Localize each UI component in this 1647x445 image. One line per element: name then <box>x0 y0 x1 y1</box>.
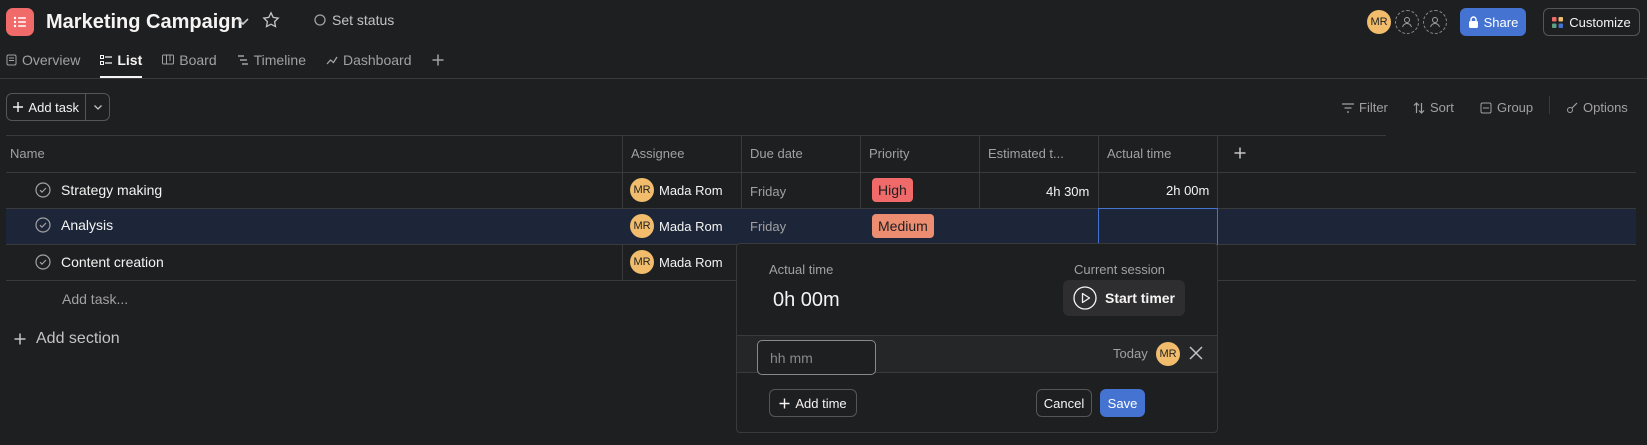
tab-overview[interactable]: Overview <box>6 48 80 72</box>
actual-time[interactable]: 2h 00m <box>1166 183 1209 198</box>
add-time-button[interactable]: Add time <box>769 389 857 417</box>
lock-icon <box>1468 16 1479 28</box>
share-label: Share <box>1483 14 1519 30</box>
customize-label: Customize <box>1569 14 1631 30</box>
row-divider <box>1218 280 1636 281</box>
add-member-icon[interactable] <box>1395 10 1419 34</box>
row-divider <box>6 280 736 281</box>
check-circle-icon[interactable] <box>35 217 51 233</box>
tabs-divider <box>0 78 1647 79</box>
board-icon <box>162 54 175 66</box>
customize-button[interactable]: Customize <box>1543 8 1640 36</box>
cancel-button[interactable]: Cancel <box>1036 389 1092 417</box>
tab-list[interactable]: List <box>100 48 142 78</box>
group-button[interactable]: Group <box>1480 100 1533 115</box>
options-button[interactable]: Options <box>1566 100 1628 115</box>
time-entry-row: hh mm Today MR <box>737 335 1217 375</box>
table-row[interactable]: Content creation MR Mada Rom <box>0 245 736 280</box>
priority-badge[interactable]: Medium <box>872 214 934 238</box>
assignee-cell[interactable]: MR Mada Rom <box>630 178 723 202</box>
assignee-cell[interactable]: MR Mada Rom <box>630 250 723 274</box>
group-icon <box>1480 102 1492 114</box>
project-title[interactable]: Marketing Campaign <box>46 8 243 36</box>
share-button[interactable]: Share <box>1460 8 1526 36</box>
check-circle-icon[interactable] <box>35 182 51 198</box>
chevron-down-icon <box>93 102 103 112</box>
table-row[interactable]: Strategy making MR Mada Rom Friday High … <box>0 173 1636 208</box>
list-icon <box>100 54 113 66</box>
tab-timeline[interactable]: Timeline <box>237 48 306 72</box>
tab-board[interactable]: Board <box>162 48 217 72</box>
toolbar-divider <box>1549 96 1550 114</box>
tab-dashboard[interactable]: Dashboard <box>326 48 412 72</box>
column-header-priority[interactable]: Priority <box>869 146 909 161</box>
set-status-button[interactable]: Set status <box>314 12 394 28</box>
customize-grid-icon <box>1552 16 1564 28</box>
avatar: MR <box>630 250 654 274</box>
save-button[interactable]: Save <box>1100 389 1145 417</box>
entry-date[interactable]: Today <box>1113 346 1148 361</box>
estimated-time[interactable]: 4h 30m <box>1046 184 1089 199</box>
play-icon <box>1073 286 1097 310</box>
star-icon[interactable] <box>262 11 280 29</box>
add-tab-button[interactable] <box>432 48 444 72</box>
plus-icon <box>13 102 24 112</box>
table-top-border <box>6 135 1386 136</box>
actual-time-popover: Actual time 0h 00m Current session Start… <box>736 243 1218 433</box>
project-list-icon[interactable] <box>6 8 34 36</box>
column-header-due-date[interactable]: Due date <box>750 146 803 161</box>
actual-time-label: Actual time <box>769 262 834 277</box>
sort-icon <box>1413 101 1425 114</box>
plus-icon <box>14 333 26 345</box>
overview-icon <box>6 54 17 66</box>
add-task-button[interactable]: Add task <box>7 94 87 120</box>
start-timer-button[interactable]: Start timer <box>1063 280 1185 316</box>
task-name[interactable]: Content creation <box>61 254 164 270</box>
avatar[interactable]: MR <box>1367 10 1391 34</box>
priority-badge[interactable]: High <box>872 178 913 202</box>
time-input[interactable]: hh mm <box>757 340 876 375</box>
filter-button[interactable]: Filter <box>1342 100 1388 115</box>
set-status-label: Set status <box>332 12 395 28</box>
add-section-button[interactable]: Add section <box>14 330 120 348</box>
add-task-dropdown[interactable] <box>86 94 109 120</box>
task-name[interactable]: Strategy making <box>61 182 162 198</box>
plus-icon <box>432 54 444 66</box>
column-header-name[interactable]: Name <box>10 146 45 161</box>
view-tabs: Overview List Board Timeline Dashboard <box>6 48 444 78</box>
close-icon[interactable] <box>1189 346 1203 360</box>
add-task-inline[interactable]: Add task... <box>62 291 128 307</box>
options-icon <box>1566 102 1578 114</box>
filter-icon <box>1342 102 1354 113</box>
task-name[interactable]: Analysis <box>61 217 113 233</box>
table-row[interactable]: Analysis MR Mada Rom Friday Medium <box>0 209 1636 244</box>
check-circle-icon[interactable] <box>35 254 51 270</box>
status-circle-icon <box>314 14 326 26</box>
due-date[interactable]: Friday <box>750 184 786 199</box>
column-header-actual-time[interactable]: Actual time <box>1107 146 1171 161</box>
add-column-plus-icon[interactable] <box>1234 147 1246 159</box>
plus-icon <box>779 398 790 409</box>
add-member-icon[interactable] <box>1423 10 1447 34</box>
sort-button[interactable]: Sort <box>1413 100 1454 115</box>
chevron-down-icon[interactable] <box>236 14 250 28</box>
avatar: MR <box>630 214 654 238</box>
column-header-estimated-time[interactable]: Estimated t... <box>988 146 1064 161</box>
avatar[interactable]: MR <box>1156 342 1180 366</box>
add-task-split-button: Add task <box>6 93 110 121</box>
assignee-cell[interactable]: MR Mada Rom <box>630 214 723 238</box>
current-session-label: Current session <box>1074 262 1166 277</box>
dashboard-icon <box>326 54 338 66</box>
actual-time-total: 0h 00m <box>773 289 840 311</box>
due-date[interactable]: Friday <box>750 219 786 234</box>
avatar: MR <box>630 178 654 202</box>
timeline-icon <box>237 54 249 66</box>
column-header-assignee[interactable]: Assignee <box>631 146 684 161</box>
